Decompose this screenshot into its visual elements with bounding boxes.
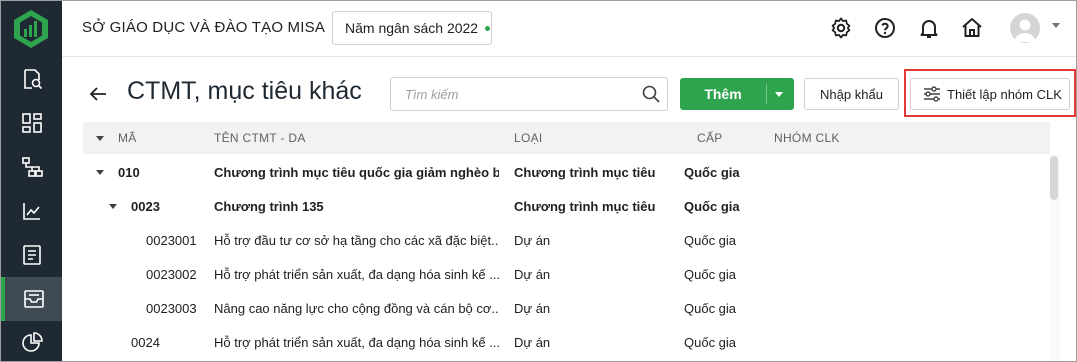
cell-level: Quốc gia	[684, 233, 737, 248]
sidebar-item-pie-chart[interactable]	[1, 321, 62, 361]
bell-icon[interactable]	[917, 16, 941, 40]
column-header-code[interactable]: MÃ	[118, 131, 137, 145]
column-header-level[interactable]: CẤP	[697, 131, 723, 145]
pie-chart-icon	[21, 332, 43, 352]
sidebar-item-checklist[interactable]	[1, 233, 62, 277]
cell-type: Dự án	[514, 335, 551, 350]
cell-level: Quốc gia	[684, 267, 737, 282]
dashboard-icon	[21, 113, 42, 133]
expand-toggle-icon[interactable]	[109, 204, 117, 209]
cell-code: 0023	[131, 199, 160, 214]
column-header-name[interactable]: TÊN CTMT - DA	[214, 131, 306, 145]
table-row[interactable]: 0023003 Nâng cao năng lực cho cộng đồng v…	[83, 291, 1043, 325]
inbox-icon	[23, 290, 44, 308]
column-header-type[interactable]: LOẠI	[514, 131, 543, 145]
chevron-down-icon[interactable]	[1052, 23, 1060, 28]
column-header-group[interactable]: NHÓM CLK	[774, 131, 840, 145]
cell-name: Hỗ trợ phát triển sản xuất, đa dạng hóa …	[214, 267, 499, 282]
sidebar-item-line-chart[interactable]	[1, 189, 62, 233]
data-table: MÃ TÊN CTMT - DA LOẠI CẤP NHÓM CLK 010 Ch…	[83, 122, 1050, 361]
table-row[interactable]: 0023 Chương trình 135 Chương trình mục tiê…	[83, 189, 1043, 223]
line-chart-icon	[22, 203, 40, 220]
collapse-all-toggle-icon[interactable]	[96, 136, 104, 141]
top-bar: SỞ GIÁO DỤC VÀ ĐÀO TẠO MISA Năm ngân sác…	[62, 1, 1076, 57]
organization-title: SỞ GIÁO DỤC VÀ ĐÀO TẠO MISA	[82, 19, 326, 36]
help-icon[interactable]	[873, 16, 897, 40]
table-header: MÃ TÊN CTMT - DA LOẠI CẤP NHÓM CLK	[83, 122, 1050, 154]
cell-code: 0023003	[146, 301, 197, 316]
add-button-label: Thêm	[704, 86, 742, 102]
user-avatar[interactable]	[1010, 13, 1040, 43]
back-arrow-icon[interactable]	[87, 83, 109, 105]
search-input[interactable]	[391, 78, 631, 110]
page-title: CTMT, mục tiêu khác	[127, 77, 362, 105]
cell-level: Quốc gia	[684, 199, 740, 214]
cell-level: Quốc gia	[684, 165, 740, 180]
cell-type: Dự án	[514, 267, 551, 282]
gear-icon[interactable]	[829, 16, 853, 40]
cell-name: Nâng cao năng lực cho cộng đồng và cán b…	[214, 301, 499, 316]
home-icon[interactable]	[960, 16, 984, 40]
table-row[interactable]: 0023002 Hỗ trợ phát triển sản xuất, đa dạ…	[83, 257, 1043, 291]
table-row[interactable]: 010 Chương trình mục tiêu quốc gia giảm n…	[83, 155, 1043, 189]
cell-type: Chương trình mục tiêu	[514, 165, 656, 180]
app-window: SỞ GIÁO DỤC VÀ ĐÀO TẠO MISA Năm ngân sác…	[0, 0, 1077, 362]
cell-type: Chương trình mục tiêu	[514, 199, 656, 214]
highlight-box	[904, 69, 1076, 117]
status-dot	[485, 25, 491, 31]
checklist-icon	[22, 245, 41, 265]
table-row[interactable]: 0023001 Hỗ trợ đầu tư cơ sở hạ tầng cho c…	[83, 223, 1043, 257]
cell-level: Quốc gia	[684, 335, 737, 350]
add-button[interactable]: Thêm	[680, 78, 794, 110]
cell-code: 0023002	[146, 267, 197, 282]
cell-name: Chương trình mục tiêu quốc gia giảm nghè…	[214, 165, 499, 180]
import-button[interactable]: Nhập khẩu	[804, 78, 899, 110]
cell-type: Dự án	[514, 233, 551, 248]
search-icon[interactable]	[641, 84, 661, 104]
sidebar	[1, 1, 62, 361]
sidebar-item-hierarchy[interactable]	[1, 145, 62, 189]
cell-code: 0023001	[146, 233, 197, 248]
hierarchy-icon	[21, 157, 43, 177]
budget-year-selector[interactable]: Năm ngân sách 2022	[332, 11, 492, 45]
cell-name: Chương trình 135	[214, 199, 324, 214]
scrollbar-thumb[interactable]	[1050, 156, 1058, 200]
cell-code: 010	[118, 165, 140, 180]
cell-level: Quốc gia	[684, 301, 737, 316]
sidebar-item-inbox[interactable]	[1, 277, 62, 321]
app-logo[interactable]	[9, 7, 53, 51]
table-row[interactable]: 0024 Hỗ trợ phát triển sản xuất, đa dạng …	[83, 325, 1043, 359]
cell-name: Hỗ trợ đầu tư cơ sở hạ tầng cho các xã đ…	[214, 233, 499, 248]
split-divider	[766, 84, 767, 104]
cell-type: Dự án	[514, 301, 551, 316]
cell-name: Hỗ trợ phát triển sản xuất, đa dạng hóa …	[214, 335, 499, 350]
expand-toggle-icon[interactable]	[96, 170, 104, 175]
cell-code: 0024	[131, 335, 160, 350]
sidebar-item-report-search[interactable]	[1, 57, 62, 101]
sidebar-item-dashboard[interactable]	[1, 101, 62, 145]
search-box	[390, 77, 668, 111]
add-dropdown-chevron-icon[interactable]	[775, 92, 783, 97]
budget-year-label: Năm ngân sách 2022	[345, 20, 479, 36]
report-search-icon	[23, 69, 42, 90]
